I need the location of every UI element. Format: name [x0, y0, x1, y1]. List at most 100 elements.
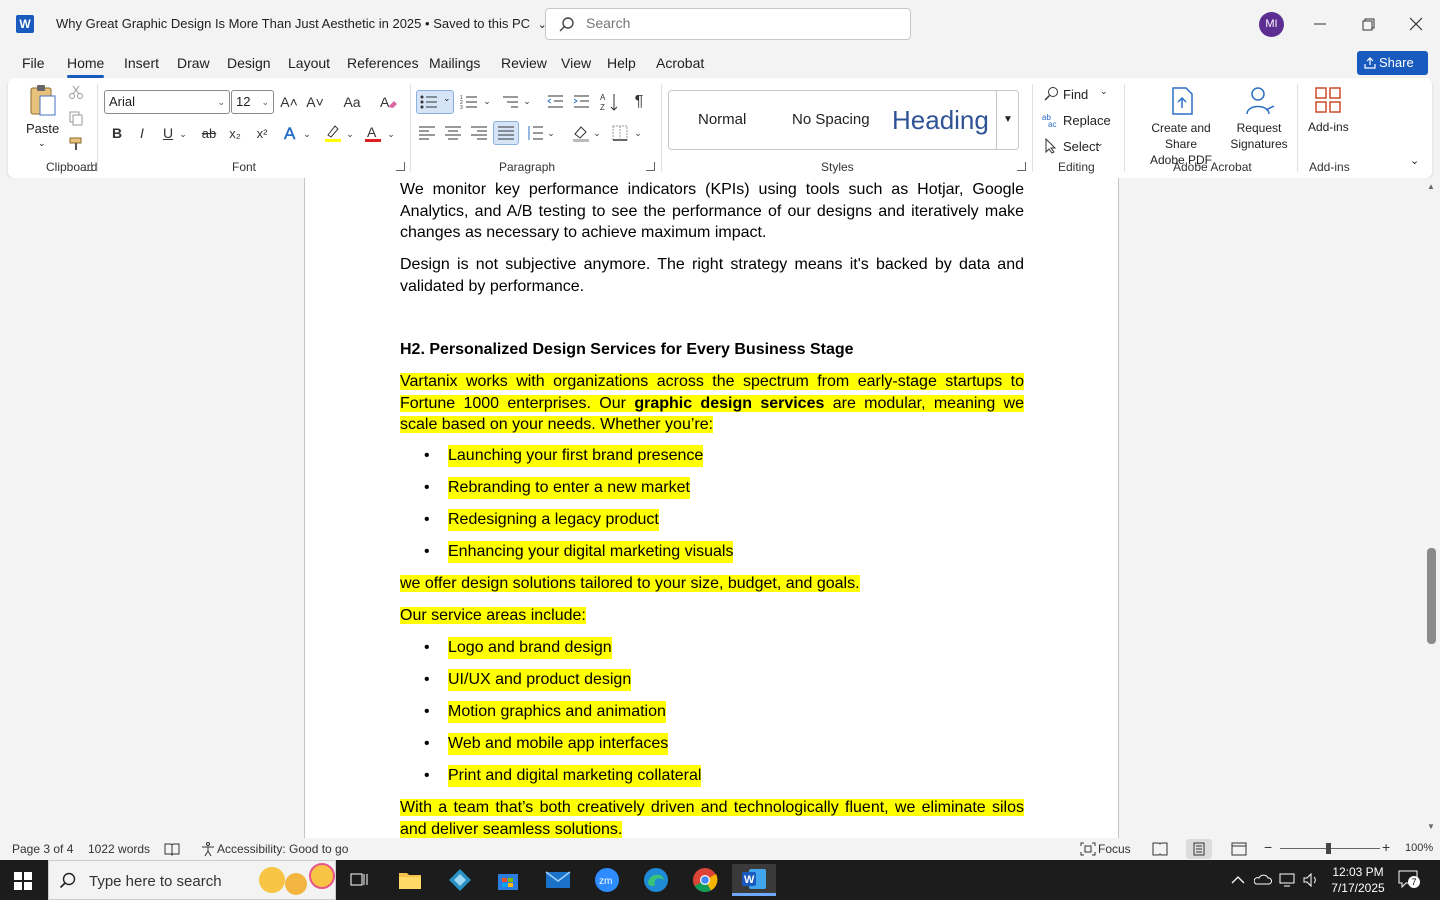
minimize-icon[interactable] [1308, 12, 1332, 36]
style-normal[interactable]: Normal [698, 111, 746, 128]
focus-icon[interactable] [1080, 842, 1096, 856]
increase-indent-icon[interactable] [572, 93, 590, 111]
paste-dropdown-icon[interactable]: ⌄ [38, 138, 46, 149]
text-effects-icon[interactable]: A [282, 123, 302, 143]
edge-app[interactable] [634, 864, 678, 896]
clipboard-launcher-icon[interactable] [83, 162, 92, 171]
borders-dropdown-icon[interactable]: ⌄ [632, 122, 644, 144]
chevron-up-icon[interactable] [1230, 872, 1246, 888]
align-left-icon[interactable] [418, 125, 436, 141]
tab-review[interactable]: Review [501, 55, 547, 71]
style-heading[interactable]: Heading [892, 105, 989, 136]
styles-launcher-icon[interactable] [1017, 162, 1026, 171]
replace-icon[interactable]: abac [1042, 112, 1060, 128]
paragraph-service-areas[interactable]: Our service areas include: [400, 605, 1024, 627]
font-color-dropdown-icon[interactable]: ⌄ [385, 123, 397, 145]
clear-formatting-icon[interactable]: A [378, 92, 398, 112]
find-dropdown-icon[interactable]: ⌄ [1100, 86, 1108, 97]
line-spacing-icon[interactable] [526, 125, 544, 141]
shading-dropdown-icon[interactable]: ⌄ [591, 122, 603, 144]
tab-mailings[interactable]: Mailings [429, 55, 480, 71]
change-case-button[interactable]: Aa [336, 91, 368, 113]
file-explorer-app[interactable] [388, 864, 432, 896]
avatar[interactable]: MI [1259, 12, 1284, 37]
system-clock[interactable]: 12:03 PM 7/17/2025 [1326, 864, 1390, 896]
align-center-icon[interactable] [444, 125, 462, 141]
tab-draw[interactable]: Draw [177, 55, 210, 71]
tab-design[interactable]: Design [227, 55, 271, 71]
style-no-spacing[interactable]: No Spacing [792, 111, 870, 128]
copy-icon[interactable] [68, 110, 84, 126]
search-input[interactable] [586, 15, 886, 31]
restore-icon[interactable] [1356, 12, 1380, 36]
tab-view[interactable]: View [561, 55, 591, 71]
find-icon[interactable] [1044, 86, 1060, 102]
accessibility-status[interactable]: Accessibility: Good to go [217, 842, 348, 856]
text-effects-dropdown-icon[interactable]: ⌄ [301, 123, 313, 145]
subscript-button[interactable]: x₂ [224, 122, 246, 144]
task-view-app[interactable] [338, 864, 382, 896]
page-count[interactable]: Page 3 of 4 [12, 842, 73, 856]
bold-button[interactable]: B [106, 122, 128, 144]
tab-file[interactable]: File [22, 55, 45, 71]
collapse-ribbon-icon[interactable]: ⌄ [1410, 154, 1419, 167]
word-app[interactable]: W [732, 864, 776, 896]
proofing-book-icon[interactable] [164, 842, 180, 856]
document-area[interactable]: We monitor key performance indicators (K… [0, 178, 1424, 838]
onedrive-icon[interactable] [1254, 872, 1272, 888]
zoom-level[interactable]: 100% [1405, 842, 1433, 854]
read-mode-icon[interactable] [1152, 842, 1168, 856]
grow-font-button[interactable]: A˄ [278, 91, 300, 113]
find-button[interactable]: Find [1063, 87, 1088, 102]
underline-button[interactable]: U [157, 122, 179, 144]
multilevel-dropdown-icon[interactable]: ⌄ [521, 90, 533, 112]
zoom-in-button[interactable]: + [1382, 839, 1390, 855]
chrome-app[interactable] [683, 864, 727, 896]
multilevel-list-icon[interactable] [501, 93, 519, 111]
print-layout-button[interactable] [1186, 839, 1212, 859]
paste-icon[interactable] [28, 84, 58, 118]
notifications-button[interactable]: 7 [1398, 870, 1420, 890]
font-launcher-icon[interactable] [396, 162, 405, 171]
mail-app[interactable] [536, 864, 580, 896]
vertical-scrollbar[interactable]: ▲ ▼ [1424, 178, 1440, 838]
zoom-app[interactable]: zm [585, 864, 629, 896]
styles-more-icon[interactable]: ▼ [996, 91, 1019, 149]
font-name-select[interactable]: Arial ⌄ [104, 90, 230, 114]
word-count[interactable]: 1022 words [88, 842, 150, 856]
zoom-out-button[interactable]: − [1264, 839, 1272, 855]
line-spacing-dropdown-icon[interactable]: ⌄ [545, 122, 557, 144]
web-layout-icon[interactable] [1231, 842, 1247, 856]
borders-icon[interactable] [612, 125, 628, 141]
select-cursor-icon[interactable] [1044, 138, 1058, 154]
shading-icon[interactable] [571, 124, 591, 142]
accessibility-icon[interactable] [200, 841, 216, 857]
align-right-icon[interactable] [470, 125, 488, 141]
show-formatting-button[interactable]: ¶ [628, 91, 650, 113]
scroll-down-icon[interactable]: ▼ [1427, 822, 1435, 831]
request-signatures-icon[interactable] [1244, 86, 1278, 116]
shrink-font-button[interactable]: A˅ [304, 91, 326, 113]
tab-help[interactable]: Help [607, 55, 636, 71]
numbering-icon[interactable]: 123 [460, 93, 478, 111]
font-size-select[interactable]: 12 ⌄ [231, 90, 274, 114]
kodi-app[interactable] [438, 864, 482, 896]
bullets-button[interactable]: ⌄ [416, 90, 454, 114]
format-painter-icon[interactable] [68, 136, 84, 152]
scroll-up-icon[interactable]: ▲ [1427, 182, 1435, 191]
highlight-dropdown-icon[interactable]: ⌄ [344, 123, 356, 145]
paragraph-kpis[interactable]: We monitor key performance indicators (K… [400, 179, 1024, 244]
font-color-icon[interactable]: A [363, 123, 383, 143]
italic-button[interactable]: I [131, 122, 153, 144]
taskbar-search[interactable]: Type here to search [48, 860, 336, 900]
paragraph-vartanix[interactable]: Vartanix works with organizations across… [400, 371, 1025, 436]
tab-insert[interactable]: Insert [124, 55, 159, 71]
sort-icon[interactable]: AZ [600, 92, 620, 112]
strikethrough-button[interactable]: ab [198, 122, 220, 144]
network-icon[interactable] [1278, 872, 1296, 888]
document-title[interactable]: Why Great Graphic Design Is More Than Ju… [56, 16, 547, 31]
windows-start-icon[interactable] [14, 872, 32, 890]
microsoft-store-app[interactable] [486, 864, 530, 896]
paste-label[interactable]: Paste [26, 121, 59, 136]
decrease-indent-icon[interactable] [546, 93, 564, 111]
